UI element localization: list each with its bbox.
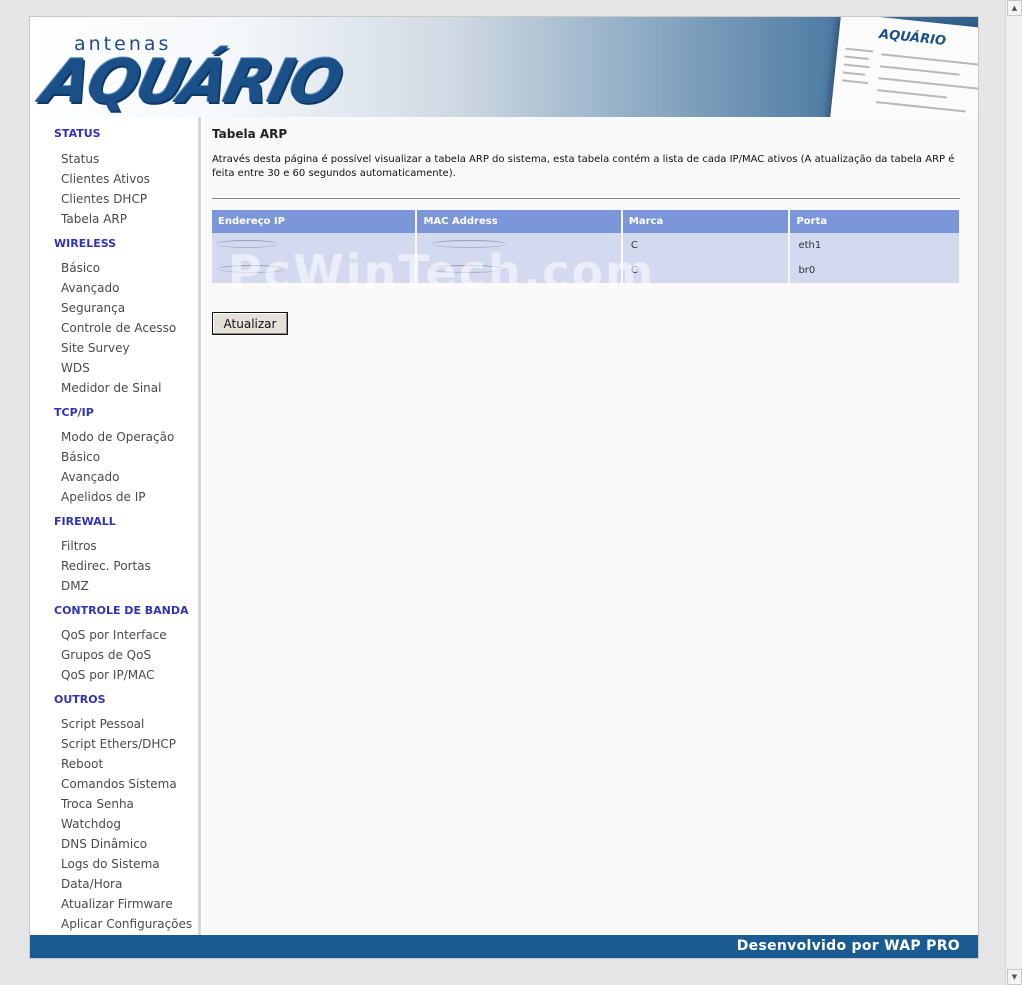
banner-screenshot-image: AQUÁRIO <box>829 17 978 117</box>
thumb-line <box>843 63 870 69</box>
page-description: Através desta página é possível visualiz… <box>212 154 955 179</box>
thumb-line <box>879 65 960 76</box>
sidebar-item-grupos-de-qos[interactable]: Grupos de QoS <box>61 648 151 662</box>
footer-credit: Desenvolvido por WAP PRO <box>736 938 960 954</box>
sidebar-item-wireless-basico[interactable]: Básico <box>61 261 100 275</box>
arp-table: Endereço IP MAC Address Marca Porta C et… <box>210 210 961 283</box>
sidebar-section-outros: OUTROS <box>54 693 106 706</box>
sidebar-item-wireless-avancado[interactable]: Avançado <box>61 281 119 295</box>
sidebar-item-seguranca[interactable]: Segurança <box>61 301 125 315</box>
sidebar-section-controle-de-banda: CONTROLE DE BANDA <box>54 604 189 617</box>
sidebar-item-tabela-arp[interactable]: Tabela ARP <box>61 212 127 226</box>
cell-ip-redacted <box>212 258 416 283</box>
sidebar-item-data-hora[interactable]: Data/Hora <box>61 877 122 891</box>
column-header-marca: Marca <box>622 210 789 233</box>
main-content: Tabela ARP Através desta página é possív… <box>204 117 978 935</box>
cell-marca: C <box>622 258 789 283</box>
sidebar-nav: STATUS Status Clientes Ativos Clientes D… <box>30 117 201 935</box>
column-header-mac-address: MAC Address <box>417 210 621 233</box>
sidebar-item-modo-de-operacao[interactable]: Modo de Operação <box>61 430 174 444</box>
thumb-line <box>880 53 978 66</box>
thumb-logo: AQUÁRIO <box>878 27 947 49</box>
scroll-down-arrow-icon[interactable]: ▼ <box>1007 969 1022 985</box>
sidebar-section-firewall: FIREWALL <box>54 515 116 528</box>
redaction-scribble <box>216 240 278 248</box>
column-header-porta: Porta <box>790 210 959 233</box>
sidebar-item-comandos-sistema[interactable]: Comandos Sistema <box>61 777 177 791</box>
sidebar-item-dmz[interactable]: DMZ <box>61 579 89 593</box>
sidebar-section-tcpip: TCP/IP <box>54 406 94 419</box>
sidebar-item-dns-dinamico[interactable]: DNS Dinâmico <box>61 837 147 851</box>
cell-marca: C <box>622 233 789 258</box>
column-header-endereco-ip: Endereço IP <box>212 210 416 233</box>
sidebar-section-wireless: WIRELESS <box>54 237 117 250</box>
sidebar-item-logs-do-sistema[interactable]: Logs do Sistema <box>61 857 160 871</box>
redaction-scribble <box>429 265 506 273</box>
cell-porta: eth1 <box>790 233 959 258</box>
sidebar-item-site-survey[interactable]: Site Survey <box>61 341 130 355</box>
thumb-line <box>842 79 869 85</box>
cell-ip-redacted <box>212 233 416 258</box>
sidebar-item-qos-por-ip-mac[interactable]: QoS por IP/MAC <box>61 668 154 682</box>
browser-scrollbar[interactable]: ▲ ▼ <box>1005 0 1022 985</box>
logo-aquario: AQUÁRIO <box>35 47 349 117</box>
sidebar-section-status: STATUS <box>54 127 101 140</box>
thumb-line <box>844 55 869 61</box>
thumb-line <box>845 47 874 53</box>
sidebar-item-reboot[interactable]: Reboot <box>61 757 103 771</box>
redaction-scribble <box>431 240 508 248</box>
cell-mac-redacted <box>417 258 621 283</box>
sidebar-item-medidor-de-sinal[interactable]: Medidor de Sinal <box>61 381 161 395</box>
sidebar-item-script-pessoal[interactable]: Script Pessoal <box>61 717 144 731</box>
sidebar-item-redirec-portas[interactable]: Redirec. Portas <box>61 559 151 573</box>
sidebar-item-script-ethers-dhcp[interactable]: Script Ethers/DHCP <box>61 737 176 751</box>
sidebar-item-controle-de-acesso[interactable]: Controle de Acesso <box>61 321 176 335</box>
sidebar-item-apelidos-de-ip[interactable]: Apelidos de IP <box>61 490 146 504</box>
sidebar-item-watchdog[interactable]: Watchdog <box>61 817 121 831</box>
table-row: C eth1 <box>212 233 959 258</box>
sidebar-item-filtros[interactable]: Filtros <box>61 539 97 553</box>
footer: Desenvolvido por WAP PRO <box>30 935 978 958</box>
cell-porta: br0 <box>790 258 959 283</box>
sidebar-item-status[interactable]: Status <box>61 152 99 166</box>
thumb-line <box>878 77 978 90</box>
sidebar-item-tcpip-avancado[interactable]: Avançado <box>61 470 119 484</box>
table-row: C br0 <box>212 258 959 283</box>
sidebar-item-aplicar-configuracoes[interactable]: Aplicar Configurações <box>61 917 192 931</box>
sidebar-item-troca-senha[interactable]: Troca Senha <box>61 797 134 811</box>
redaction-scribble <box>218 265 286 273</box>
sidebar-item-atualizar-firmware[interactable]: Atualizar Firmware <box>61 897 173 911</box>
atualizar-button[interactable]: Atualizar <box>212 312 288 335</box>
thumb-line <box>875 101 966 113</box>
page-title: Tabela ARP <box>212 127 288 141</box>
sidebar-item-clientes-dhcp[interactable]: Clientes DHCP <box>61 192 147 206</box>
sidebar-item-qos-por-interface[interactable]: QoS por Interface <box>61 628 167 642</box>
scroll-up-arrow-icon[interactable]: ▲ <box>1007 0 1022 16</box>
cell-mac-redacted <box>417 233 621 258</box>
sidebar-item-clientes-ativos[interactable]: Clientes Ativos <box>61 172 150 186</box>
thumb-line <box>877 89 948 99</box>
sidebar-item-tcpip-basico[interactable]: Básico <box>61 450 100 464</box>
divider <box>212 198 960 199</box>
router-admin-page: antenas AQUÁRIO AQUÁRIO STATUS Status Cl… <box>29 16 979 959</box>
thumb-line <box>842 71 865 76</box>
header-banner: antenas AQUÁRIO AQUÁRIO <box>30 17 978 117</box>
sidebar-item-wds[interactable]: WDS <box>61 361 90 375</box>
table-header-row: Endereço IP MAC Address Marca Porta <box>212 210 959 233</box>
